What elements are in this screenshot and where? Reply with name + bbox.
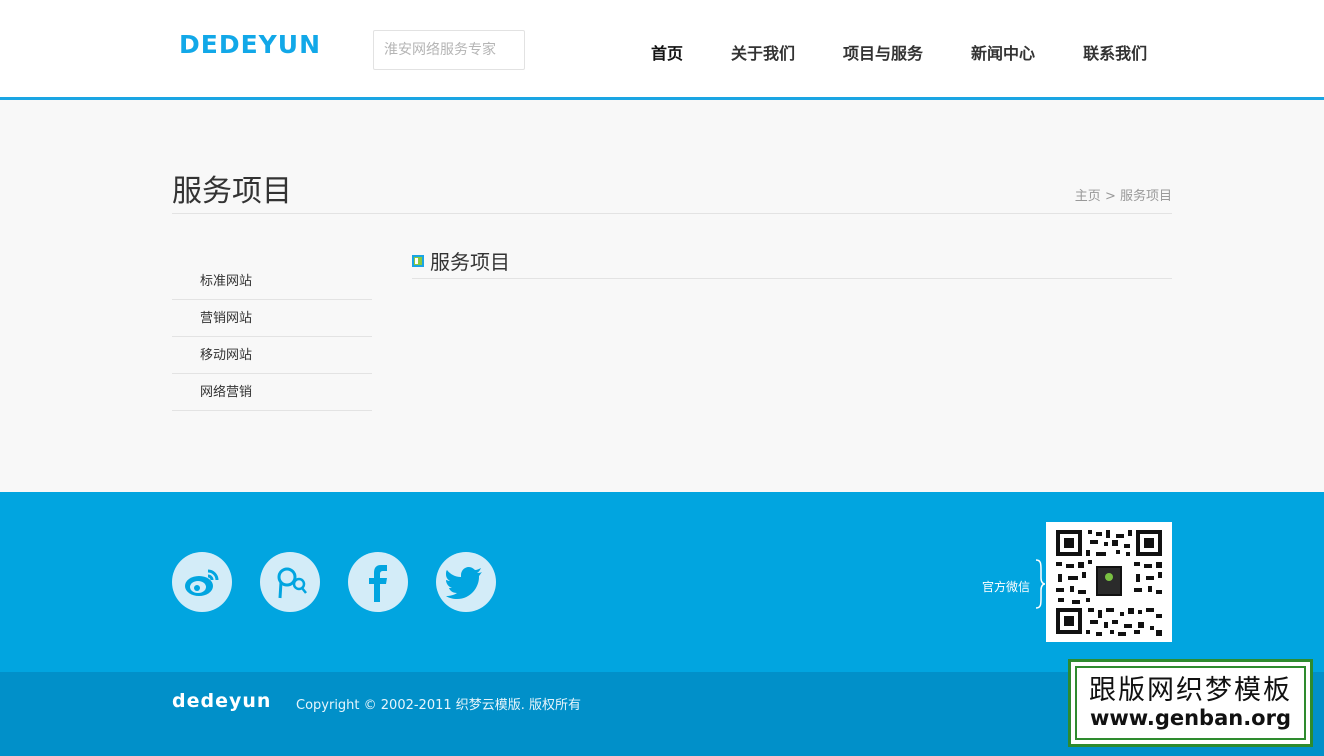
main-nav: 首页 关于我们 项目与服务 新闻中心 联系我们 <box>651 40 1147 64</box>
watermark-line2: www.genban.org <box>1089 706 1291 730</box>
section-title: 服务项目 <box>430 250 510 274</box>
sidebar-item-marketing-site[interactable]: 营销网站 <box>172 300 372 337</box>
wechat-label: 官方微信 <box>982 580 1031 594</box>
copyright-text: Copyright © 2002-2011 织梦云模版. 版权所有 <box>296 698 582 713</box>
nav-services[interactable]: 项目与服务 <box>843 40 923 64</box>
nav-news[interactable]: 新闻中心 <box>971 40 1035 64</box>
search-input[interactable] <box>373 30 525 70</box>
facebook-glyph <box>369 565 387 602</box>
sidebar-item-mobile-site[interactable]: 移动网站 <box>172 337 372 374</box>
nav-home[interactable]: 首页 <box>651 40 683 64</box>
section-title-icon <box>412 254 424 267</box>
wechat-qr-code <box>1046 522 1172 642</box>
site-footer: 官方微信 <box>0 492 1324 672</box>
watermark-line1: 跟版网织梦模板 <box>1089 675 1292 706</box>
site-logo[interactable]: DEDEYUN <box>179 30 321 59</box>
watermark-stamp: 跟版网织梦模板 www.genban.org <box>1068 659 1313 747</box>
section-header: 服务项目 <box>412 243 1172 279</box>
nav-contact[interactable]: 联系我们 <box>1083 40 1147 64</box>
breadcrumb-current: 服务项目 <box>1119 189 1172 204</box>
page-title: 服务项目 <box>172 174 292 209</box>
breadcrumb-separator: > <box>1104 189 1116 204</box>
sidebar-item-online-marketing[interactable]: 网络营销 <box>172 374 372 411</box>
breadcrumb-home[interactable]: 主页 <box>1075 189 1101 204</box>
twitter-glyph <box>446 567 482 599</box>
weibo-glyph <box>185 569 219 596</box>
twitter-icon[interactable] <box>436 552 496 612</box>
breadcrumb: 主页 > 服务项目 <box>1075 185 1172 204</box>
nav-about[interactable]: 关于我们 <box>731 40 795 64</box>
brace-divider <box>1035 559 1046 609</box>
site-header: DEDEYUN 首页 关于我们 项目与服务 新闻中心 联系我们 <box>0 0 1324 100</box>
title-divider <box>172 213 1172 214</box>
tencent-weibo-glyph <box>277 567 307 599</box>
social-links <box>172 552 524 612</box>
tencent-weibo-icon[interactable] <box>260 552 320 612</box>
facebook-icon[interactable] <box>348 552 408 612</box>
weibo-icon[interactable] <box>172 552 232 612</box>
footer-logo: dedeyun <box>172 690 272 712</box>
sidebar-item-standard-site[interactable]: 标准网站 <box>172 263 372 300</box>
sidebar: 标准网站 营销网站 移动网站 网络营销 <box>172 263 372 411</box>
